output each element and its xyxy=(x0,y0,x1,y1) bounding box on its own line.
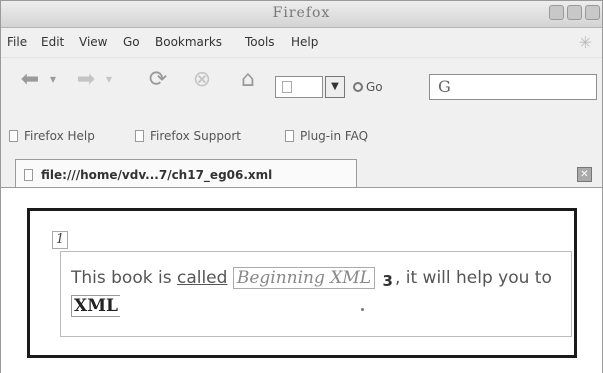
bookmark-icon xyxy=(135,130,144,142)
back-history-dropdown[interactable]: ▾ xyxy=(47,66,59,92)
document-frame: 1 This book is called Beginning XML 3, i… xyxy=(27,208,577,358)
menu-go[interactable]: Go xyxy=(123,35,140,49)
go-icon xyxy=(353,82,363,92)
bookmark-plugin-faq[interactable]: Plug-in FAQ xyxy=(285,129,368,143)
bookmark-label: Firefox Help xyxy=(24,129,95,143)
bookmark-label: Firefox Support xyxy=(150,129,241,143)
close-tab-button[interactable]: ✕ xyxy=(577,167,592,182)
book-title: Beginning XML xyxy=(232,267,376,289)
home-icon: ⌂ xyxy=(241,66,255,92)
back-arrow-icon: ⬅ xyxy=(20,66,40,92)
menu-file[interactable]: File xyxy=(7,35,27,49)
menu-tools[interactable]: Tools xyxy=(245,35,275,49)
text-segment: , it will help you to xyxy=(394,268,552,288)
forward-arrow-icon: ➡ xyxy=(76,66,96,92)
back-button[interactable]: ⬅ xyxy=(15,66,45,92)
tab-current-file[interactable]: file:///home/vdv...7/ch17_eg06.xml xyxy=(15,159,357,189)
page-content: 1 This book is called Beginning XML 3, i… xyxy=(1,187,602,373)
chevron-down-icon: ▾ xyxy=(105,72,113,86)
menu-bookmarks[interactable]: Bookmarks xyxy=(155,35,222,49)
bookmark-label: Plug-in FAQ xyxy=(300,129,369,143)
forward-history-dropdown[interactable]: ▾ xyxy=(103,66,115,92)
stray-dot xyxy=(361,308,364,311)
bookmarks-toolbar: Firefox Help Firefox Support Plug-in FAQ xyxy=(1,125,602,151)
menu-view[interactable]: View xyxy=(79,35,107,49)
menu-edit[interactable]: Edit xyxy=(41,35,64,49)
marker-label: 1 xyxy=(52,231,68,249)
forward-button[interactable]: ➡ xyxy=(71,66,101,92)
home-button[interactable]: ⌂ xyxy=(233,66,263,92)
bookmark-icon xyxy=(285,130,294,142)
stop-icon: ⊗ xyxy=(192,66,212,92)
tab-strip: file:///home/vdv...7/ch17_eg06.xml ✕ xyxy=(1,153,602,189)
close-window-button[interactable] xyxy=(585,5,600,20)
chevron-down-icon: ▼ xyxy=(331,81,339,92)
reload-icon: ⟳ xyxy=(148,66,168,92)
window-title: Firefox xyxy=(272,5,331,21)
minimize-button[interactable] xyxy=(549,5,564,20)
text-segment: This book is xyxy=(71,268,177,288)
reload-button[interactable]: ⟳ xyxy=(143,66,173,92)
navigation-toolbar: ⬅ ▾ ➡ ▾ ⟳ ⊗ ⌂ ▼ Go G xyxy=(1,57,602,104)
bookmark-firefox-support[interactable]: Firefox Support xyxy=(135,129,241,143)
menu-help[interactable]: Help xyxy=(291,35,318,49)
title-bar: Firefox xyxy=(1,1,602,28)
page-icon xyxy=(282,81,292,93)
number-marker: 3 xyxy=(382,272,393,290)
tab-title: file:///home/vdv...7/ch17_eg06.xml xyxy=(41,167,273,182)
paragraph-box: This book is called Beginning XML 3, it … xyxy=(60,251,572,337)
maximize-button[interactable] xyxy=(567,5,582,20)
go-button[interactable]: Go xyxy=(353,80,383,94)
url-bar[interactable] xyxy=(275,76,323,98)
close-icon: ✕ xyxy=(580,169,589,180)
stop-button[interactable]: ⊗ xyxy=(187,66,217,92)
search-input[interactable]: G xyxy=(429,74,597,100)
throbber-icon: ✳ xyxy=(578,33,592,52)
xml-term: XML xyxy=(71,295,120,317)
menu-bar: File Edit View Go Bookmarks Tools Help ✳ xyxy=(1,29,602,55)
bookmark-firefox-help[interactable]: Firefox Help xyxy=(9,129,95,143)
chevron-down-icon: ▾ xyxy=(49,72,57,86)
called-word: called xyxy=(176,268,228,288)
page-icon xyxy=(24,168,33,181)
url-dropdown-button[interactable]: ▼ xyxy=(325,76,345,98)
browser-window: Firefox File Edit View Go Bookmarks Tool… xyxy=(0,0,603,373)
go-label: Go xyxy=(366,80,383,94)
bookmark-icon xyxy=(9,130,18,142)
